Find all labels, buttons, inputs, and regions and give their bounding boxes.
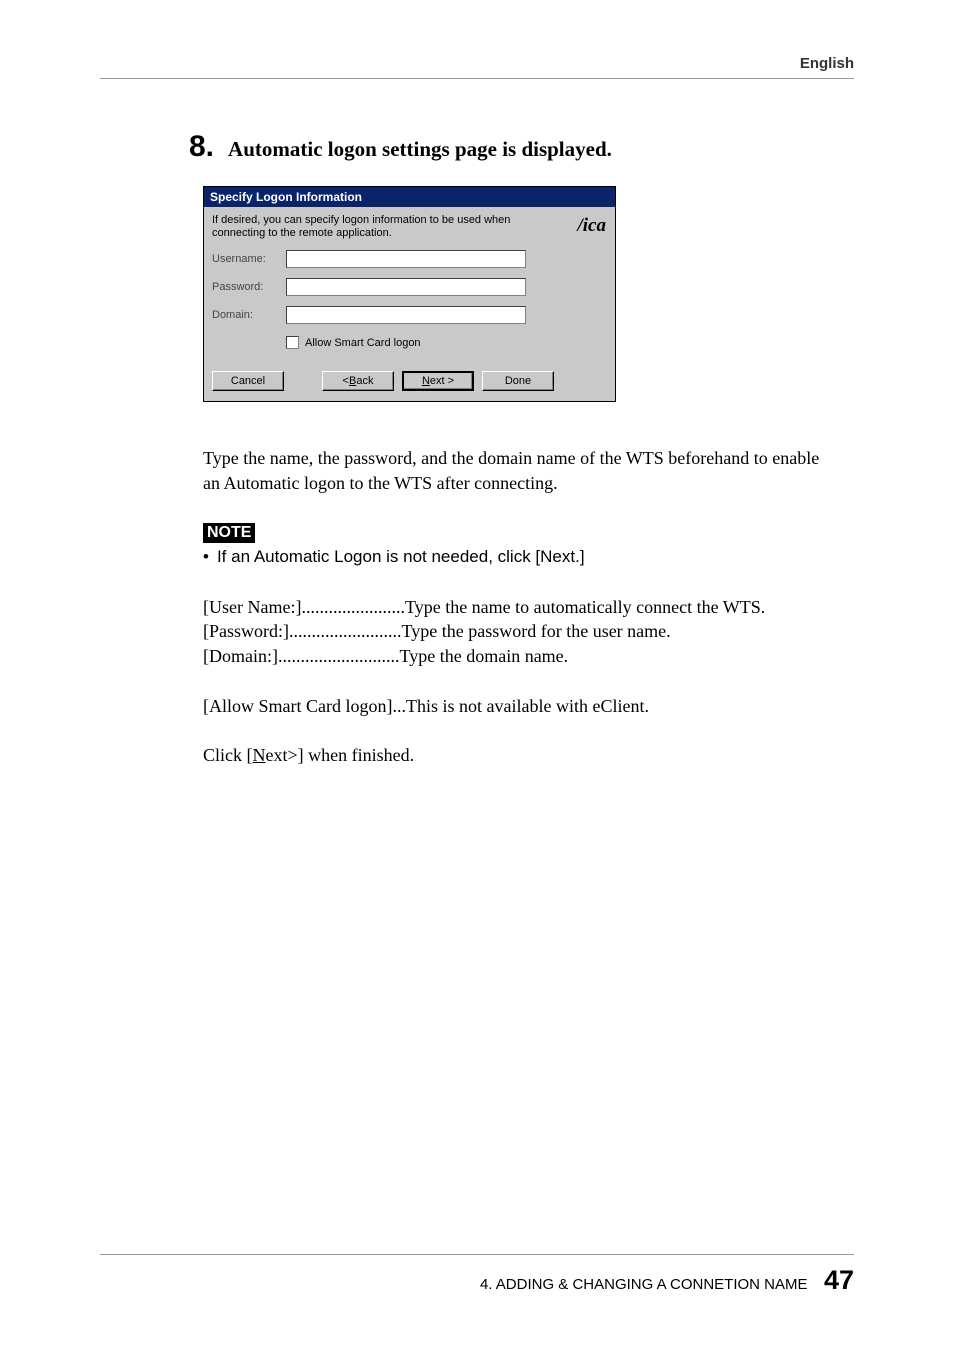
- language-label: English: [800, 55, 854, 72]
- dialog-description: If desired, you can specify logon inform…: [212, 214, 607, 240]
- cancel-button[interactable]: Cancel: [212, 371, 284, 391]
- smartcard-note: [Allow Smart Card logon]...This is not a…: [203, 696, 839, 717]
- domain-input[interactable]: [286, 306, 526, 324]
- logon-dialog: Specify Logon Information If desired, yo…: [203, 186, 616, 402]
- main-content: 8. Automatic logon settings page is disp…: [189, 130, 839, 766]
- note-text: If an Automatic Logon is not needed, cli…: [217, 547, 585, 567]
- domain-row: Domain:: [212, 306, 607, 324]
- ica-logo-icon: /ica: [578, 215, 607, 237]
- note-label: NOTE: [203, 523, 255, 543]
- def-password: [Password:].........................Type…: [203, 619, 839, 643]
- password-row: Password:: [212, 278, 607, 296]
- definition-list: [User Name:].......................Type …: [203, 595, 839, 668]
- password-input[interactable]: [286, 278, 526, 296]
- page-header: English: [100, 55, 854, 79]
- domain-label: Domain:: [212, 309, 286, 321]
- dialog-button-row: Cancel < Back Next > Done: [212, 371, 607, 391]
- smartcard-checkbox[interactable]: [286, 336, 299, 349]
- dialog-titlebar: Specify Logon Information: [204, 187, 615, 207]
- click-next-instruction: Click [Next>] when finished.: [203, 745, 839, 766]
- page-footer: 4. ADDING & CHANGING A CONNETION NAME 47: [100, 1254, 854, 1296]
- paragraph-1: Type the name, the password, and the dom…: [203, 446, 839, 495]
- next-button[interactable]: Next >: [402, 371, 474, 391]
- step-heading: 8. Automatic logon settings page is disp…: [189, 130, 839, 164]
- username-row: Username:: [212, 250, 607, 268]
- def-domain: [Domain:]...........................Type…: [203, 644, 839, 668]
- dialog-body: If desired, you can specify logon inform…: [204, 207, 615, 401]
- bullet-marker: •: [203, 547, 209, 567]
- step-title: Automatic logon settings page is display…: [228, 137, 612, 162]
- step-number: 8.: [189, 130, 214, 164]
- dialog-screenshot: Specify Logon Information If desired, yo…: [203, 186, 616, 402]
- done-button[interactable]: Done: [482, 371, 554, 391]
- note-bullet: • If an Automatic Logon is not needed, c…: [203, 547, 839, 567]
- def-username: [User Name:].......................Type …: [203, 595, 839, 619]
- password-label: Password:: [212, 281, 286, 293]
- footer-page-number: 47: [824, 1265, 854, 1295]
- footer-chapter: 4. ADDING & CHANGING A CONNETION NAME: [480, 1276, 808, 1293]
- smartcard-checkbox-label: Allow Smart Card logon: [305, 337, 421, 349]
- smartcard-checkbox-row: Allow Smart Card logon: [286, 336, 607, 349]
- username-label: Username:: [212, 253, 286, 265]
- back-button[interactable]: < Back: [322, 371, 394, 391]
- username-input[interactable]: [286, 250, 526, 268]
